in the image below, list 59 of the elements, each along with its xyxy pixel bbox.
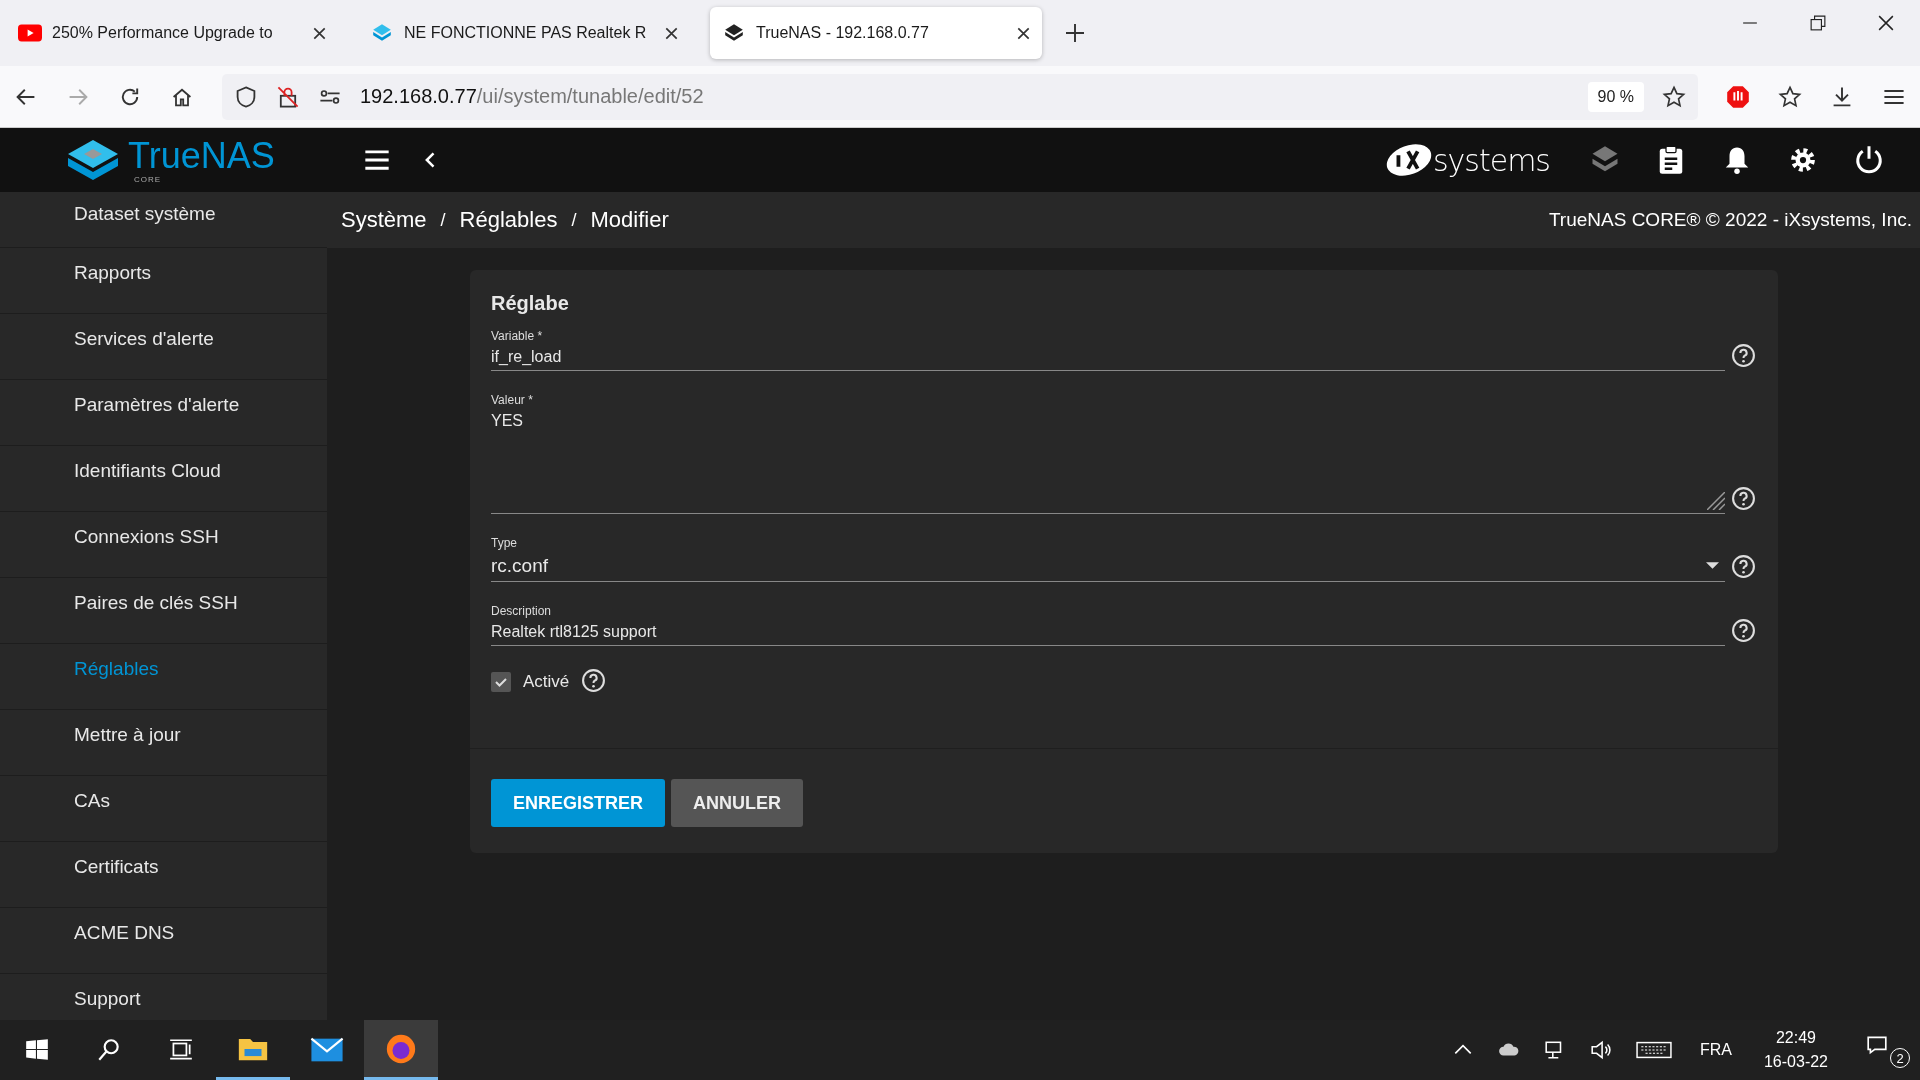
breadcrumb-separator: / bbox=[440, 209, 446, 231]
star-icon[interactable] bbox=[1662, 84, 1686, 109]
help-icon[interactable] bbox=[1731, 486, 1756, 511]
close-icon[interactable] bbox=[1017, 26, 1030, 40]
new-tab-icon[interactable] bbox=[1066, 24, 1084, 42]
restore-icon[interactable] bbox=[1810, 15, 1826, 31]
task-view-icon[interactable] bbox=[168, 1037, 194, 1063]
notification-count: 2 bbox=[1890, 1048, 1910, 1068]
clock[interactable]: 22:49 16-03-22 bbox=[1763, 1029, 1828, 1071]
breadcrumb-current: Modifier bbox=[590, 207, 669, 233]
stop-sign-icon[interactable] bbox=[1726, 84, 1750, 109]
logo-subtitle: CORE bbox=[134, 174, 162, 184]
form-title: Réglabe bbox=[491, 292, 570, 315]
help-icon[interactable] bbox=[1731, 618, 1756, 643]
close-icon[interactable] bbox=[313, 26, 326, 40]
address-bar[interactable]: 192.168.0.77/ui/system/tunable/edit/52 90 % bbox=[222, 73, 1698, 120]
input-field[interactable]: Variable * if_re_load bbox=[491, 329, 1725, 371]
select-field[interactable]: Type rc.conf bbox=[491, 536, 1725, 582]
caret-icon bbox=[1706, 562, 1719, 569]
star-list-icon[interactable] bbox=[1778, 84, 1802, 109]
shield-icon bbox=[234, 84, 258, 109]
ix-logo-icon bbox=[1384, 143, 1433, 177]
windows-start-icon[interactable] bbox=[24, 1037, 50, 1063]
help-icon[interactable] bbox=[581, 668, 607, 693]
tab-title: NE FONCTIONNE PAS Realtek R bbox=[404, 24, 648, 42]
browser-tab[interactable]: TrueNAS - 192.168.0.77 bbox=[710, 7, 1042, 59]
input-field[interactable]: Valeur * YES bbox=[491, 393, 1725, 514]
breadcrumb-link[interactable]: Système bbox=[341, 207, 427, 233]
brand-text: systems bbox=[1432, 142, 1550, 178]
notification-icon[interactable] bbox=[1866, 1034, 1888, 1056]
copyright-text: TrueNAS CORE® © 2022 - iXsystems, Inc. bbox=[1548, 209, 1912, 231]
power-icon[interactable] bbox=[1854, 145, 1884, 175]
help-icon[interactable] bbox=[1731, 343, 1756, 368]
lock-icon bbox=[276, 84, 300, 109]
language-indicator[interactable]: FRA bbox=[1699, 1041, 1732, 1059]
help-icon[interactable] bbox=[1731, 554, 1756, 579]
close-icon[interactable] bbox=[665, 26, 678, 40]
search-icon[interactable] bbox=[96, 1037, 122, 1063]
resize-handle-icon[interactable] bbox=[1707, 492, 1725, 510]
tab-title: 250% Performance Upgrade to bbox=[52, 24, 274, 42]
zoom-level[interactable]: 90 % bbox=[1587, 81, 1644, 112]
browser-tab[interactable]: 250% Performance Upgrade to bbox=[6, 7, 338, 59]
url-text: 192.168.0.77/ui/system/tunable/edit/52 bbox=[360, 85, 704, 108]
checkbox[interactable] bbox=[491, 672, 511, 692]
play-icon bbox=[18, 22, 42, 44]
cube-logo-icon bbox=[68, 140, 118, 180]
cancel-button[interactable]: ANNULER bbox=[671, 779, 804, 827]
breadcrumb-separator: / bbox=[571, 209, 577, 231]
speaker-icon[interactable] bbox=[1589, 1039, 1612, 1061]
tab-title: TrueNAS - 192.168.0.77 bbox=[756, 24, 930, 42]
input-field[interactable]: Description Realtek rtl8125 support bbox=[491, 604, 1725, 646]
taskbar-app[interactable] bbox=[364, 1020, 438, 1080]
browser-tab[interactable]: NE FONCTIONNE PAS Realtek R bbox=[358, 7, 690, 59]
settings-icon[interactable] bbox=[1788, 145, 1818, 175]
close-icon[interactable] bbox=[1878, 15, 1894, 31]
breadcrumb-link[interactable]: Réglables bbox=[459, 207, 558, 233]
checkbox-label[interactable]: Activé bbox=[523, 672, 570, 692]
logo-text: TrueNAS bbox=[128, 136, 275, 175]
keyboard-icon[interactable] bbox=[1635, 1039, 1672, 1061]
